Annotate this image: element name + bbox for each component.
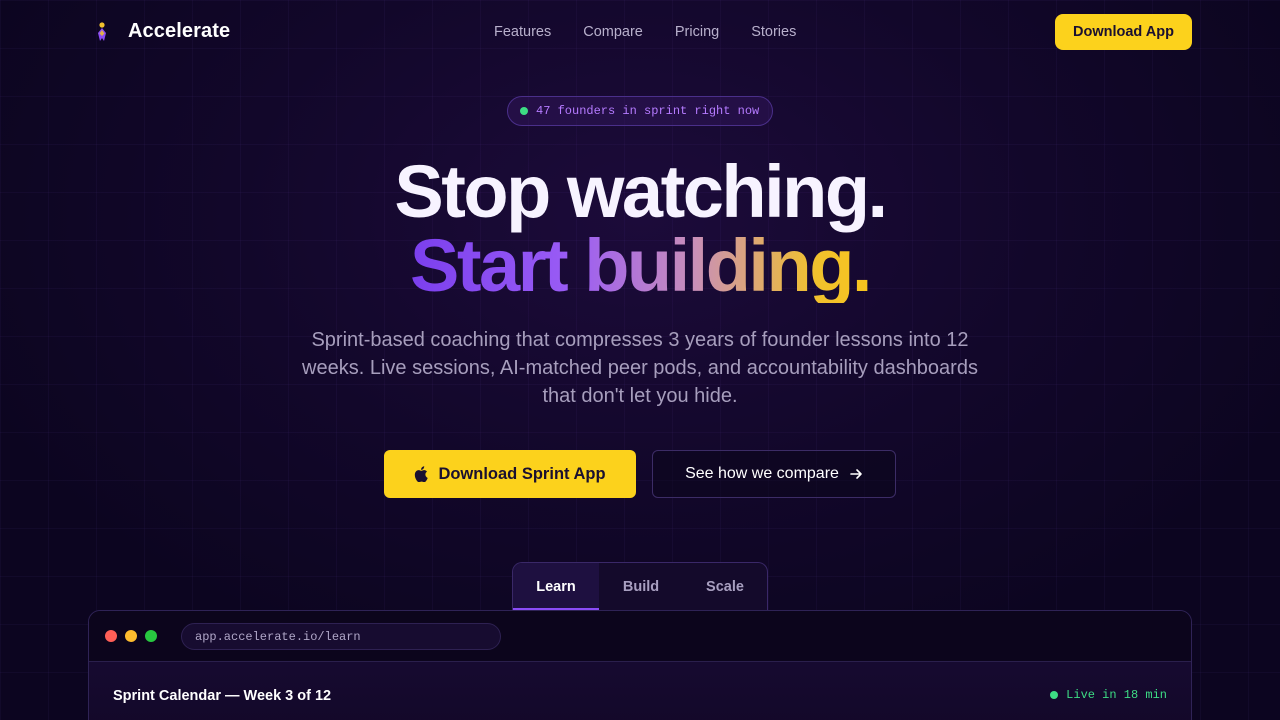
live-status-dot-icon [1050, 691, 1059, 699]
top-navigation: Accelerate Features Compare Pricing Stor… [0, 0, 1280, 64]
download-app-button[interactable]: Download App [1055, 14, 1192, 50]
brand[interactable]: Accelerate [92, 20, 230, 43]
minimize-window-dot [125, 630, 137, 642]
badge-text: 47 founders in sprint right now [536, 104, 760, 118]
close-window-dot [105, 630, 117, 642]
hero-cta-row: Download Sprint App See how we compare [384, 450, 896, 498]
nav-link-pricing[interactable]: Pricing [675, 24, 719, 40]
download-sprint-app-label: Download Sprint App [438, 464, 606, 483]
window-content: Sprint Calendar — Week 3 of 12 Live in 1… [89, 662, 1191, 720]
headline-line-2: Start building. [410, 224, 872, 307]
product-tabs: Learn Build Scale [512, 562, 768, 610]
nav-link-stories[interactable]: Stories [751, 24, 796, 40]
live-status: Live in 18 min [1050, 688, 1167, 702]
window-title-bar: app.accelerate.io/learn [89, 611, 1191, 662]
arrow-right-icon [850, 469, 862, 479]
brand-name: Accelerate [128, 20, 231, 42]
address-bar: app.accelerate.io/learn [181, 623, 501, 650]
sprint-calendar-title: Sprint Calendar — Week 3 of 12 [113, 688, 332, 704]
rocket-logo-icon [98, 21, 106, 41]
nav-link-features[interactable]: Features [494, 24, 551, 40]
tab-scale[interactable]: Scale [683, 563, 767, 610]
see-how-we-compare-label: See how we compare [685, 465, 839, 482]
maximize-window-dot [145, 630, 157, 642]
download-sprint-app-button[interactable]: Download Sprint App [384, 450, 636, 498]
live-status-text: Live in 18 min [1066, 688, 1167, 702]
see-how-we-compare-button[interactable]: See how we compare [652, 450, 896, 498]
nav-links: Features Compare Pricing Stories [494, 24, 796, 40]
live-dot-icon [520, 107, 528, 115]
tab-build[interactable]: Build [599, 563, 683, 610]
nav-link-compare[interactable]: Compare [583, 24, 643, 40]
live-founders-badge: 47 founders in sprint right now [507, 96, 773, 126]
app-preview-window: app.accelerate.io/learn Sprint Calendar … [88, 610, 1192, 720]
headline-line-1: Stop watching. [394, 150, 888, 233]
apple-icon [415, 466, 429, 482]
hero-subtitle: Sprint-based coaching that compresses 3 … [302, 329, 978, 407]
hero-headline: Stop watching. Start building. [0, 155, 1280, 303]
tab-learn[interactable]: Learn [513, 563, 599, 610]
